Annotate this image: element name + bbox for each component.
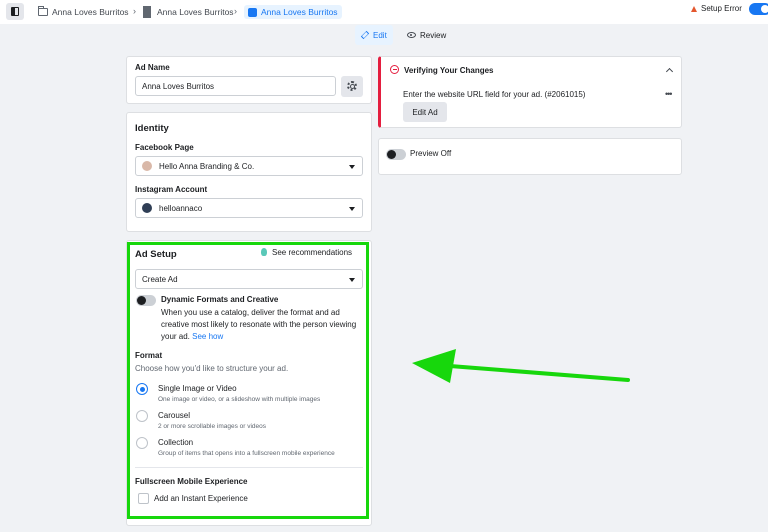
error-icon (390, 65, 399, 74)
chevron-right-icon: › (133, 6, 136, 16)
setup-error-status[interactable]: Setup Error (691, 4, 742, 13)
more-options-icon[interactable]: ••• (665, 89, 673, 99)
ad-icon (248, 7, 257, 17)
verify-changes-card: Verifying Your Changes Enter the website… (378, 56, 682, 128)
edit-ad-button[interactable]: Edit Ad (403, 102, 447, 122)
breadcrumb-campaign[interactable]: Anna Loves Burritos (38, 5, 129, 19)
ad-status-toggle[interactable] (749, 3, 768, 15)
breadcrumb-adset[interactable]: Anna Loves Burritos (143, 5, 234, 19)
ad-name-label: Ad Name (135, 63, 170, 72)
tab-edit[interactable]: Edit (355, 25, 393, 45)
ad-name-card: Ad Name Anna Loves Burritos (126, 56, 372, 104)
verify-message: Enter the website URL field for your ad.… (403, 90, 586, 99)
facebook-page-label: Facebook Page (135, 143, 194, 152)
instagram-account-select[interactable]: helloannaco (135, 198, 363, 218)
verify-title: Verifying Your Changes (404, 66, 494, 75)
top-bar: Anna Loves Burritos › Anna Loves Burrito… (0, 0, 768, 24)
ad-name-settings-button[interactable] (341, 76, 363, 97)
identity-card: Identity Facebook Page Hello Anna Brandi… (126, 112, 372, 232)
folder-icon (38, 6, 48, 16)
tab-review[interactable]: Review (401, 25, 452, 45)
avatar (142, 161, 152, 171)
warning-icon (691, 5, 697, 12)
ad-name-input[interactable]: Anna Loves Burritos (135, 76, 336, 96)
sidebar-icon (11, 7, 19, 16)
chevron-down-icon (349, 165, 355, 169)
pencil-icon (360, 30, 370, 40)
annotation-highlight-box (127, 242, 369, 519)
preview-label: Preview Off (410, 149, 452, 158)
preview-card: Preview Off (378, 138, 682, 175)
eye-icon (407, 32, 416, 38)
instagram-account-label: Instagram Account (135, 185, 208, 194)
chevron-down-icon (349, 207, 355, 211)
breadcrumb-ad[interactable]: Anna Loves Burritos (244, 5, 342, 19)
facebook-page-select[interactable]: Hello Anna Branding & Co. (135, 156, 363, 176)
grid-icon (143, 6, 153, 18)
chevron-up-icon[interactable] (665, 67, 674, 76)
avatar (142, 203, 152, 213)
mode-tabs: Edit Review (0, 24, 768, 48)
identity-heading: Identity (135, 123, 169, 134)
preview-toggle[interactable] (386, 149, 406, 160)
gear-icon (347, 81, 357, 91)
annotation-arrow (412, 349, 630, 383)
sidebar-toggle-button[interactable] (6, 3, 24, 20)
chevron-right-icon: › (234, 6, 237, 16)
